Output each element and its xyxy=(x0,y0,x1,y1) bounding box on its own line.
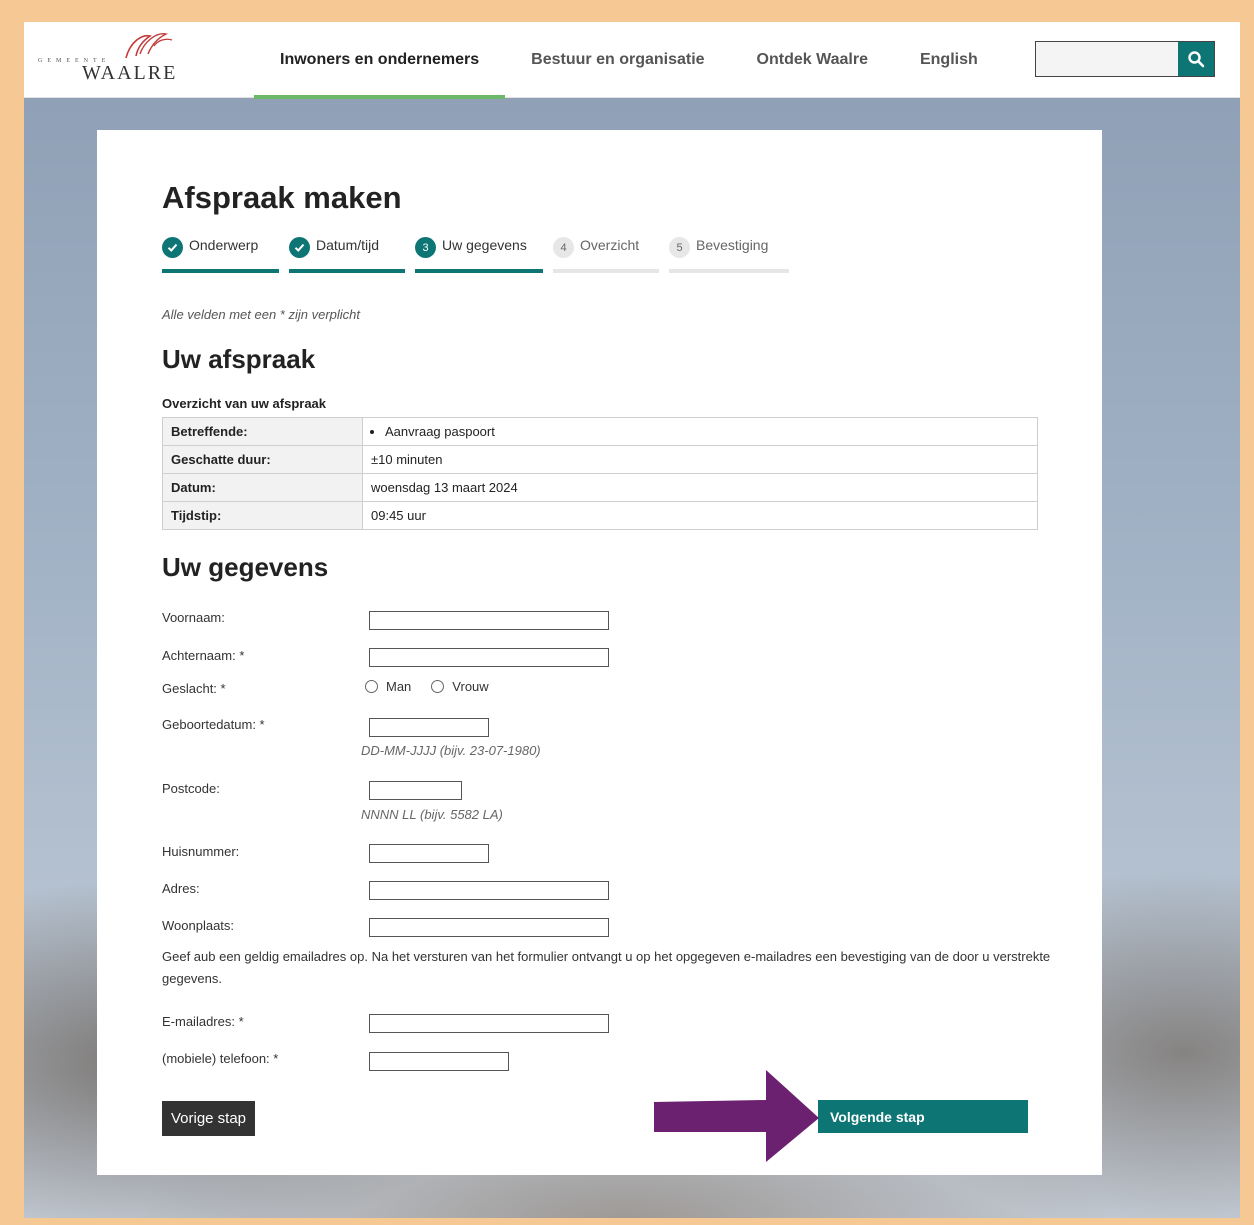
check-icon xyxy=(289,237,310,258)
nav-inwoners-en-ondernemers[interactable]: Inwoners en ondernemers xyxy=(254,22,506,99)
appointment-heading: Uw afspraak xyxy=(162,344,316,374)
voornaam-label: Voornaam: xyxy=(162,610,225,625)
waalre-logo[interactable]: GEMEENTE WAALRE xyxy=(38,28,208,90)
nav-ontdek-waalre[interactable]: Ontdek Waalre xyxy=(731,22,894,98)
step-overzicht: 4 Overzicht xyxy=(553,237,659,273)
gender-man-label[interactable]: Man xyxy=(386,679,411,694)
table-row: Geschatte duur: ±10 minuten xyxy=(162,445,1038,474)
geboortedatum-hint: DD-MM-JJJJ (bijv. 23-07-1980) xyxy=(361,743,541,758)
table-row: Datum: woensdag 13 maart 2024 xyxy=(162,473,1038,502)
search-box xyxy=(1035,41,1215,77)
email-label: E-mailadres: * xyxy=(162,1014,244,1029)
email-field[interactable] xyxy=(369,1014,609,1033)
step-number: 4 xyxy=(553,237,574,258)
step-label: Overzicht xyxy=(580,237,640,253)
personal-details-heading: Uw gegevens xyxy=(162,552,329,582)
step-indicator: Onderwerp Datum/tijd 3 Uw gegevens 4 Ove… xyxy=(162,237,799,273)
email-info-text: Geef aub een geldig emailadres op. Na he… xyxy=(162,949,1051,986)
nav-english[interactable]: English xyxy=(894,22,1004,98)
row-key: Tijdstip: xyxy=(162,501,363,530)
woonplaats-field[interactable] xyxy=(369,918,609,937)
step-number: 5 xyxy=(669,237,690,258)
row-value: Aanvraag paspoort xyxy=(362,417,1038,446)
table-row: Betreffende: Aanvraag paspoort xyxy=(162,417,1038,446)
step-datum-tijd[interactable]: Datum/tijd xyxy=(289,237,405,273)
gender-vrouw-radio[interactable] xyxy=(431,680,445,693)
step-bevestiging: 5 Bevestiging xyxy=(669,237,789,273)
achternaam-field[interactable] xyxy=(369,648,609,667)
next-step-button[interactable]: Volgende stap xyxy=(818,1100,1028,1133)
huisnummer-label: Huisnummer: xyxy=(162,844,240,859)
step-uw-gegevens: 3 Uw gegevens xyxy=(415,237,543,273)
step-label: Uw gegevens xyxy=(442,237,527,253)
gender-vrouw-label[interactable]: Vrouw xyxy=(452,679,488,694)
step-progress-bar xyxy=(669,269,789,273)
geboortedatum-label: Geboortedatum: * xyxy=(162,717,265,732)
search-input[interactable] xyxy=(1036,42,1178,76)
table-row: Tijdstip: 09:45 uur xyxy=(162,501,1038,530)
arrow-right-icon xyxy=(654,1070,819,1162)
overview-caption: Overzicht van uw afspraak xyxy=(162,396,327,411)
site-header: GEMEENTE WAALRE Inwoners en ondernemers … xyxy=(24,22,1240,99)
check-icon xyxy=(162,237,183,258)
required-fields-note: Alle velden met een * zijn verplicht xyxy=(162,307,360,322)
step-label: Bevestiging xyxy=(696,237,769,253)
step-label: Datum/tijd xyxy=(316,237,380,253)
page-title: Afspraak maken xyxy=(162,180,402,215)
postcode-hint: NNNN LL (bijv. 5582 LA) xyxy=(361,807,503,822)
achternaam-label: Achternaam: * xyxy=(162,648,245,663)
geboortedatum-field[interactable] xyxy=(369,718,489,737)
step-progress-bar xyxy=(162,269,279,273)
logo-emblem-icon xyxy=(125,33,173,59)
step-onderwerp[interactable]: Onderwerp xyxy=(162,237,279,273)
geslacht-label: Geslacht: * xyxy=(162,681,226,696)
step-number: 3 xyxy=(415,237,436,258)
step-progress-bar xyxy=(415,269,543,273)
gender-radio-group: Man Vrouw xyxy=(365,679,509,694)
page-frame: GEMEENTE WAALRE Inwoners en ondernemers … xyxy=(24,22,1240,1218)
step-progress-bar xyxy=(289,269,405,273)
row-value: ±10 minuten xyxy=(362,445,1038,474)
search-button[interactable] xyxy=(1178,42,1214,76)
huisnummer-field[interactable] xyxy=(369,844,489,863)
woonplaats-label: Woonplaats: xyxy=(162,918,235,933)
row-key: Betreffende: xyxy=(162,417,363,446)
adres-field[interactable] xyxy=(369,881,609,900)
step-progress-bar xyxy=(553,269,659,273)
gender-man-radio[interactable] xyxy=(365,680,378,693)
row-value: 09:45 uur xyxy=(362,501,1038,530)
appointment-overview-table: Betreffende: Aanvraag paspoort Geschatte… xyxy=(162,417,1038,530)
row-value: woensdag 13 maart 2024 xyxy=(362,473,1038,502)
postcode-label: Postcode: xyxy=(162,781,220,796)
search-icon xyxy=(1188,51,1205,68)
telefoon-field[interactable] xyxy=(369,1052,509,1071)
voornaam-field[interactable] xyxy=(369,611,609,630)
postcode-field[interactable] xyxy=(369,781,462,800)
telefoon-label: (mobiele) telefoon: * xyxy=(162,1051,279,1066)
step-label: Onderwerp xyxy=(189,237,259,253)
adres-label: Adres: xyxy=(162,881,200,896)
logo-name: WAALRE xyxy=(82,62,178,84)
previous-step-button[interactable]: Vorige stap xyxy=(162,1101,255,1136)
main-nav: Inwoners en ondernemers Bestuur en organ… xyxy=(254,22,1004,99)
subject-item: Aanvraag paspoort xyxy=(385,424,1029,439)
row-key: Geschatte duur: xyxy=(162,445,363,474)
appointment-card: Afspraak maken Onderwerp Datum/tijd 3 Uw… xyxy=(97,130,1102,1175)
nav-bestuur-en-organisatie[interactable]: Bestuur en organisatie xyxy=(505,22,730,98)
row-key: Datum: xyxy=(162,473,363,502)
